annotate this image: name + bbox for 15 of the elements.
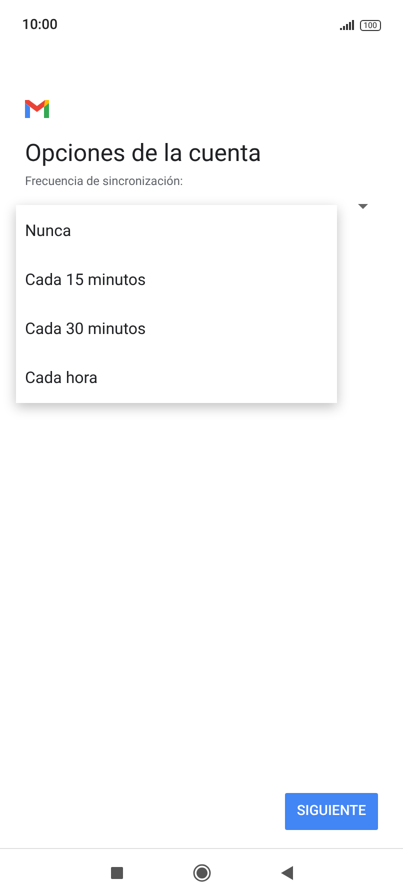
recents-icon[interactable]: [110, 866, 122, 878]
home-icon[interactable]: [192, 864, 210, 882]
next-button[interactable]: SIGUIENTE: [284, 793, 378, 830]
field-label: Frecuencia de sincronización:: [24, 173, 184, 190]
back-icon[interactable]: [280, 866, 292, 880]
page-title: Opciones de la cuenta: [24, 138, 262, 168]
dropdown-arrow-icon: [358, 204, 368, 209]
menu-item[interactable]: Cada hora: [16, 353, 337, 402]
battery-indicator: 100: [360, 20, 381, 30]
menu-item[interactable]: Nunca: [16, 206, 337, 255]
signal-icon: [340, 20, 354, 30]
mail-logo-icon: [25, 100, 49, 118]
status-time: 10:00: [22, 16, 58, 34]
menu-item[interactable]: Cada 15 minutos: [16, 255, 337, 304]
menu-item[interactable]: Cada 30 minutos: [16, 304, 337, 353]
